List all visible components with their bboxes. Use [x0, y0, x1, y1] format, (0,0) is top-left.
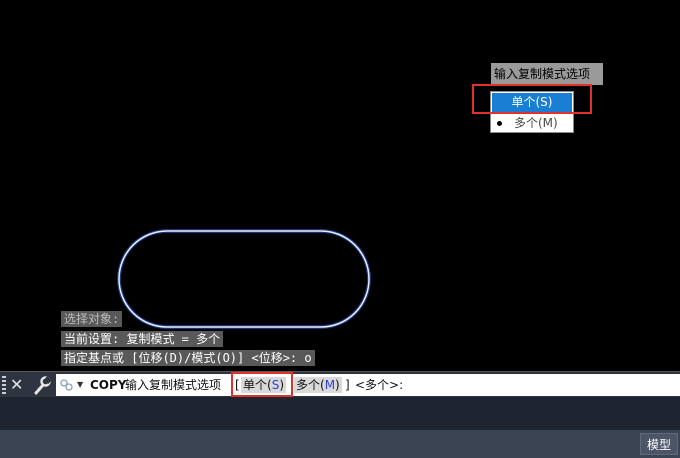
- close-bracket: ]: [345, 378, 350, 392]
- wrench-icon[interactable]: [33, 375, 51, 395]
- chevron-down-icon[interactable]: ▼: [77, 374, 83, 396]
- command-prompt: 输入复制模式选项: [125, 378, 222, 392]
- copy-mode-prompt: 输入复制模式选项: [491, 63, 603, 85]
- status-bar: 模型: [0, 430, 680, 458]
- history-line-1: 选择对象:: [61, 311, 123, 327]
- layout-tabs-area: [0, 397, 680, 430]
- option-multiple[interactable]: 多个(M): [492, 114, 572, 133]
- bullet-icon: [497, 121, 502, 126]
- command-input[interactable]: ▼ COPY 输入复制模式选项 [ 单个(S) 多个(M) ] <多个>:: [56, 374, 680, 396]
- highlight-box-popup: [472, 84, 592, 114]
- history-line-3: 指定基点或 [位移(D)/模式(O)] <位移>: o: [61, 350, 315, 366]
- command-line-bar: ✕ ▼ COPY 输入复制模式选项 [ 单个(S) 多个(M) ] <多个>:: [0, 371, 680, 398]
- drag-handle-icon[interactable]: [2, 376, 6, 394]
- default-option: <多个>:: [355, 378, 404, 392]
- slot-shape[interactable]: [112, 224, 376, 334]
- close-icon[interactable]: ✕: [10, 374, 23, 396]
- highlight-box-command: [231, 372, 293, 397]
- cmd-option-multiple[interactable]: 多个(M): [294, 377, 342, 393]
- history-line-2: 当前设置: 复制模式 = 多个: [61, 331, 224, 347]
- option-multiple-label: 多个(M): [514, 116, 558, 130]
- model-tab[interactable]: 模型: [639, 433, 678, 455]
- command-name: COPY: [90, 378, 127, 392]
